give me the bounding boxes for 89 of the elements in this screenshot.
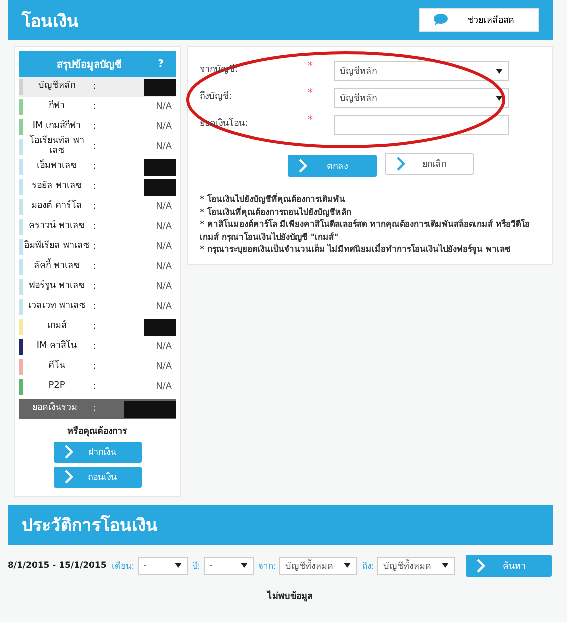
amount-field[interactable]: [334, 115, 509, 135]
filter-label: จาก:: [258, 560, 276, 573]
colon-separator: :: [93, 102, 98, 112]
account-name: มองต์ คาร์โล: [30, 202, 84, 212]
colon-separator: :: [93, 242, 98, 252]
filter-dropdown[interactable]: -: [204, 556, 254, 575]
balance-value: N/A: [155, 342, 173, 352]
filter-label: ปี:: [192, 560, 201, 573]
colon-separator: :: [93, 202, 98, 212]
account-name: โอเรียนทัล พาเลซ: [28, 137, 86, 157]
note-text: * คาสิโนมองต์คาร์โล มีเพียงคาสิโนดีลเลอร์สด หากคุณต้องการเดิมพันสล็อตเกมส์ หรือวีดีโอเกมส์ กรุณาโอนเงินไปยังบัญชี "เกมส์": [200, 218, 532, 243]
colon-separator: :: [93, 142, 98, 152]
balance-value: N/A: [155, 202, 173, 212]
colon-separator: :: [93, 222, 98, 232]
colon-separator: :: [93, 82, 98, 92]
balance-value: N/A: [155, 222, 173, 232]
balance-value: N/A: [155, 142, 173, 152]
account-name: IM คาสิโน: [36, 342, 78, 352]
redaction-block: [124, 400, 176, 418]
colon-separator: :: [93, 404, 98, 414]
section-title: ประวัติการโอนเงิน: [22, 514, 158, 538]
colon-separator: :: [93, 382, 98, 392]
balance-value: N/A: [155, 382, 173, 392]
filter-dropdown[interactable]: -: [138, 556, 188, 575]
colon-separator: :: [93, 282, 98, 292]
account-name: คีโน: [48, 362, 66, 372]
redaction-block: [144, 178, 176, 196]
account-name: เวลเวท พาเลซ: [28, 302, 86, 312]
account-name: IM เกมส์กีฬา: [32, 122, 82, 132]
chevron-icon: [298, 159, 308, 173]
filter-label: ถึง:: [362, 560, 374, 573]
balance-value: N/A: [155, 262, 173, 272]
field-label: ถึงบัญชี:: [200, 90, 234, 103]
account-dropdown[interactable]: บัญชีหลัก: [334, 88, 509, 108]
caret-icon: [344, 563, 352, 568]
colon-separator: :: [93, 302, 98, 312]
account-name: P2P: [48, 382, 66, 392]
empty-message: ไม่พบข้อมูล: [266, 590, 314, 603]
account-dropdown[interactable]: บัญชีหลัก: [334, 61, 509, 81]
colon-separator: :: [93, 362, 98, 372]
account-name: เกมส์: [46, 322, 68, 332]
balance-value: N/A: [155, 302, 173, 312]
caret-icon: [442, 563, 450, 568]
account-name: ฟอร์จูน พาเลซ: [28, 282, 86, 292]
redaction-block: [144, 318, 176, 336]
required-mark: *: [308, 115, 314, 126]
required-mark: *: [308, 61, 314, 72]
account-name: เอ็มพาเลซ: [36, 162, 78, 172]
chevron-icon: [64, 445, 74, 460]
caret-icon: [174, 563, 182, 568]
page-title: โอนเงิน: [22, 10, 79, 34]
caret-icon: [496, 96, 503, 100]
account-name: รอยัล พาเลซ: [31, 182, 83, 192]
caret-icon: [496, 68, 503, 74]
chevron-icon: [396, 157, 406, 171]
summary-title: สรุปข้อมูลบัญชี: [56, 58, 123, 72]
colon-separator: :: [93, 162, 98, 172]
chevron-icon: [64, 470, 74, 484]
caret-icon: [240, 563, 248, 568]
chevron-icon: [476, 558, 486, 573]
filter-dropdown[interactable]: บัญชีทั้งหมด: [377, 556, 456, 575]
colon-separator: :: [93, 182, 98, 192]
redaction-block: [144, 158, 176, 176]
colon-separator: :: [93, 342, 98, 352]
filter-label: เดือน:: [112, 560, 135, 573]
required-mark: *: [308, 88, 314, 99]
balance-value: N/A: [155, 362, 173, 372]
note-text: * โอนเงินไปยังบัญชีที่คุณต้องการเดิมพัน: [200, 193, 346, 206]
note-text: * กรุณาระบุยอดเงินเป็นจำนวนเต็ม ไม่มีทศนิยมเมื่อทำการโอนเงินไปยังฟอร์จูน พาเลซ: [200, 243, 512, 256]
colon-separator: :: [93, 122, 98, 132]
account-name: อิมพีเรียล พาเลซ: [24, 242, 90, 252]
total-label: ยอดเงินรวม: [32, 404, 78, 414]
filter-dropdown[interactable]: บัญชีทั้งหมด: [279, 556, 358, 575]
prompt-text: หรือคุณต้องการ: [68, 427, 128, 438]
balance-value: N/A: [155, 242, 173, 252]
note-text: * โอนเงินที่คุณต้องการถอนไปยังบัญชีหลัก: [200, 206, 352, 218]
account-name: คราวน์ พาเลซ: [28, 222, 86, 232]
colon-separator: :: [93, 262, 98, 272]
live-help-button[interactable]: ช่วยเหลือสด: [419, 8, 539, 32]
colon-separator: :: [93, 322, 98, 332]
account-name: บัญชีหลัก: [38, 82, 76, 92]
chat-bubble-icon: [434, 14, 448, 26]
balance-value: N/A: [155, 102, 173, 112]
balance-value: N/A: [155, 122, 173, 132]
account-name: กีฬา: [48, 102, 66, 112]
date-range: 8/1/2015 - 15/1/2015: [8, 560, 107, 571]
balance-value: N/A: [155, 282, 173, 292]
redaction-block: [144, 78, 176, 96]
cancel-button[interactable]: ยกเลิก: [385, 153, 474, 175]
